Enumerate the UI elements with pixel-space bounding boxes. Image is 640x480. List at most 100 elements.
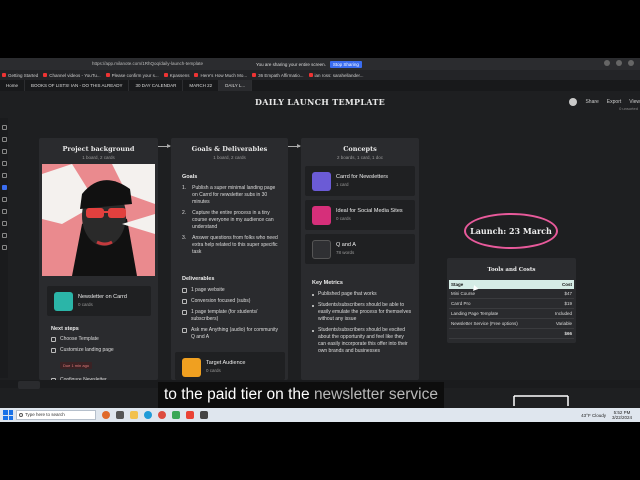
view-button[interactable]: View (629, 99, 640, 105)
task-view-icon[interactable] (116, 411, 124, 419)
taskbar-apps (102, 411, 208, 419)
avatar[interactable] (569, 98, 578, 106)
upload-tool-icon[interactable] (1, 233, 7, 238)
todo-item[interactable]: 1 page website (182, 287, 282, 294)
draw-tool-icon[interactable] (1, 245, 7, 250)
table-tool-icon[interactable] (1, 209, 7, 214)
todo-item[interactable]: Choose Template (51, 336, 151, 343)
zoom-control[interactable] (18, 381, 40, 389)
checkbox[interactable] (51, 348, 56, 353)
windows-start-icon[interactable] (3, 410, 13, 420)
tab-march-22[interactable]: MARCH 22 (183, 80, 220, 91)
document-icon (312, 240, 331, 259)
bookmark[interactable]: Please confirm your s... (105, 73, 159, 78)
column-goals-deliverables[interactable]: Goals & Deliverables 1 board, 2 cards Go… (171, 138, 288, 380)
board-actions: Share Export View (569, 98, 640, 106)
bookmarks-bar: Getting Started Channel videos - YouTu..… (0, 70, 640, 80)
video-overlay-graphic (513, 395, 569, 406)
comment-tool-icon[interactable] (1, 197, 7, 202)
target-audience-card[interactable]: Target Audience 0 cards (175, 352, 285, 380)
link-tool-icon[interactable] (1, 137, 7, 142)
goals-list: 1. Publish a super minimal landing page o… (182, 185, 282, 260)
due-badge[interactable]: Due 1 min ago (60, 362, 93, 369)
bookmark[interactable]: Kpassens (163, 73, 189, 78)
list-item: Students/subscribers should be able to e… (312, 302, 412, 323)
video-caption: to the paid tier on the newsletter servi… (158, 382, 444, 408)
carrd-board-card[interactable]: Carrd for Newsletters 1 card (305, 166, 415, 196)
portrait-image[interactable] (42, 164, 155, 276)
tab-30-day-calendar[interactable]: 30 DAY CALENDAR (129, 80, 184, 91)
todo-item[interactable]: Customize landing page (51, 347, 151, 354)
list-item: 3. Answer questions from folks who need e… (182, 235, 278, 255)
bookmark[interactable]: ian ross: sarahellander... (308, 73, 364, 78)
list-item: 2. Capture the entire process in a tiny c… (182, 210, 274, 230)
bookmark[interactable]: Here's How Much Mo... (194, 73, 247, 78)
board-header: DAILY LAUNCH TEMPLATE Share Export View (0, 91, 640, 111)
tab-home[interactable]: Home (0, 80, 26, 91)
deliverables-title: Deliverables (182, 276, 215, 282)
launch-date-note[interactable]: Launch: 23 March (464, 213, 558, 249)
key-metrics-title: Key Metrics (312, 280, 343, 286)
todo-item[interactable]: Ask me Anything (audio) for community Q … (182, 327, 282, 341)
address-bar[interactable]: https://app.milanote.com/1RhQoq/daily-la… (92, 60, 242, 68)
todo-item[interactable]: Conversion focused (subs) (182, 298, 282, 305)
browser-actions (604, 60, 634, 66)
app-icon[interactable] (200, 411, 208, 419)
table-row: Mini Course $47 (449, 289, 574, 299)
target-icon (182, 358, 201, 377)
social-media-board-card[interactable]: Ideal for Social Media Sites 0 cards (305, 200, 415, 230)
column-header: Stage (449, 280, 546, 289)
checkbox[interactable] (51, 337, 56, 342)
todo-tool-icon[interactable] (1, 149, 7, 154)
column-title: Goals & Deliverables (191, 145, 268, 153)
clock[interactable]: 5:52 PM 3/22/2024 (612, 410, 632, 420)
weather[interactable]: 43°F Cloudy (581, 413, 606, 418)
bookmark[interactable]: 36 Empath Affirmatio... (252, 73, 304, 78)
profile-icon[interactable] (616, 60, 622, 66)
taskbar-search-input[interactable]: Type here to search (16, 410, 96, 420)
list-item: Students/subscribers should be excited a… (312, 327, 412, 355)
edge-icon[interactable] (144, 411, 152, 419)
table-title: Tools and Costs (487, 267, 536, 273)
deliverables-list: 1 page website Conversion focused (subs)… (182, 287, 282, 341)
launch-date: Launch: 23 March (470, 226, 552, 236)
q-and-a-doc-card[interactable]: Q and A 78 words (305, 234, 415, 264)
list-item: Published page that works (312, 291, 412, 298)
connector-arrow (158, 144, 171, 148)
checkbox[interactable] (182, 288, 187, 293)
line-tool-icon[interactable] (1, 161, 7, 166)
chrome-icon[interactable] (158, 411, 166, 419)
extensions-icon[interactable] (604, 60, 610, 66)
column-tool-icon[interactable] (1, 185, 7, 190)
board-tool-icon[interactable] (1, 173, 7, 178)
column-concepts[interactable]: Concepts 2 boards, 1 card, 1 doc Carrd f… (301, 138, 419, 380)
basketball-app-icon[interactable] (102, 411, 110, 419)
newsletter-card[interactable]: Newsletter on Carrd 0 cards (47, 286, 151, 316)
costs-table: Stage Cost Mini Course $47 Carrd Pro $19 L… (449, 280, 574, 339)
table-header-row: Stage Cost (449, 280, 574, 289)
column-project-background[interactable]: Project background 1 board, 2 cards News… (39, 138, 158, 383)
unsorted-count[interactable]: 0 unsorted (619, 106, 638, 111)
share-button[interactable]: Share (585, 99, 598, 105)
goals-title: Goals (182, 174, 198, 180)
checkbox[interactable] (182, 328, 187, 333)
column-subtitle: 1 board, 2 cards (213, 155, 246, 160)
tools-and-costs-table[interactable]: Tools and Costs Stage Cost Mini Course $4… (447, 258, 576, 343)
note-tool-icon[interactable] (1, 125, 7, 130)
todo-item[interactable]: 1 page template (for students/ subscribe… (182, 309, 282, 323)
tab-books-of-lists[interactable]: BOOKS OF LISTS! IAN - DO THIS ALREADY (25, 80, 130, 91)
bookmark[interactable]: Channel videos - YouTu... (43, 73, 101, 78)
stop-sharing-button[interactable]: Stop Sharing (329, 60, 362, 68)
tab-daily-launch[interactable]: DAILY L... (219, 80, 253, 91)
export-button[interactable]: Export (607, 99, 621, 105)
checkbox[interactable] (182, 310, 187, 315)
app-icon[interactable] (172, 411, 180, 419)
folder-icon[interactable] (130, 411, 138, 419)
app-icon[interactable] (186, 411, 194, 419)
table-row: Newsletter Service (Free options) Variabl… (449, 318, 574, 329)
bookmark[interactable]: Getting Started (2, 73, 38, 78)
search-icon (19, 413, 23, 417)
checkbox[interactable] (182, 299, 187, 304)
image-tool-icon[interactable] (1, 221, 7, 226)
menu-icon[interactable] (628, 60, 634, 66)
